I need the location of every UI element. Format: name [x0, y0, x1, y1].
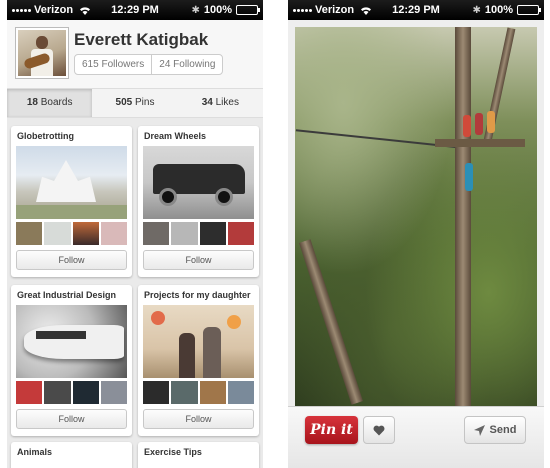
tab-likes-count: 34	[201, 97, 213, 108]
status-right: ✱ 100%	[191, 4, 260, 16]
pin-it-button[interactable]: Pin it	[305, 416, 358, 444]
board-thumbnail	[199, 381, 226, 404]
board-cover-image[interactable]	[143, 146, 254, 219]
avatar[interactable]	[16, 28, 68, 78]
board-thumbnail	[72, 222, 99, 245]
tab-boards-count: 18	[26, 97, 38, 108]
profile-name: Everett Katigbak	[74, 30, 209, 49]
battery-percent: 100%	[484, 4, 513, 16]
board-thumbnail	[143, 222, 170, 245]
heart-icon	[373, 425, 385, 435]
board-cover-image[interactable]	[16, 305, 127, 378]
send-button[interactable]: Send	[464, 416, 526, 444]
pin-action-bar: Pin it Send	[288, 406, 544, 468]
board-title: Animals	[17, 447, 53, 457]
status-bar: Verizon 12:29 PM ✱ 100%	[7, 0, 263, 20]
board-cover-image[interactable]	[16, 146, 127, 219]
board-thumbnail	[100, 381, 127, 404]
board-thumbnail	[100, 222, 127, 245]
status-bar: Verizon 12:29 PM ✱ 100%	[288, 0, 544, 20]
board-thumbnails	[16, 222, 127, 245]
board-thumbnail	[16, 222, 43, 245]
follow-button[interactable]: Follow	[16, 409, 127, 429]
follow-button[interactable]: Follow	[143, 409, 254, 429]
board-title: Exercise Tips	[144, 447, 202, 457]
board-title: Globetrotting	[17, 131, 74, 141]
bluetooth-icon: ✱	[472, 4, 481, 16]
profile-screen: Verizon 12:29 PM ✱ 100% Everett Katigbak…	[7, 0, 263, 468]
board-card-great-industrial-design[interactable]: Great Industrial Design Follow	[11, 285, 132, 436]
tab-pins[interactable]: 505 Pins	[92, 89, 177, 117]
board-thumbnail	[143, 381, 170, 404]
board-card-dream-wheels[interactable]: Dream Wheels Follow	[138, 126, 259, 277]
board-thumbnail	[44, 222, 71, 245]
profile-tabs: 18 Boards 505 Pins 34 Likes	[7, 88, 263, 118]
send-label: Send	[489, 424, 517, 436]
board-card-projects-for-my-daughter[interactable]: Projects for my daughter Follow	[138, 285, 259, 436]
follow-counts: 615 Followers 24 Following	[74, 54, 224, 75]
board-cover-image[interactable]	[143, 305, 254, 378]
tab-likes-label: Likes	[215, 97, 239, 108]
followers-button[interactable]: 615 Followers	[75, 55, 151, 74]
pin-image[interactable]	[295, 27, 537, 406]
board-title: Great Industrial Design	[17, 290, 117, 300]
profile-header: Everett Katigbak 615 Followers 24 Follow…	[7, 20, 263, 88]
battery-icon	[236, 5, 260, 15]
battery-percent: 100%	[203, 4, 232, 16]
tab-boards[interactable]: 18 Boards	[7, 89, 93, 117]
board-thumbnail	[227, 381, 254, 404]
status-right: ✱ 100%	[472, 4, 541, 16]
board-thumbnail	[171, 381, 198, 404]
board-card-animals[interactable]: Animals	[11, 442, 132, 468]
following-button[interactable]: 24 Following	[151, 55, 222, 74]
board-thumbnails	[143, 381, 254, 404]
follow-button[interactable]: Follow	[143, 250, 254, 270]
board-card-globetrotting[interactable]: Globetrotting Follow	[11, 126, 132, 277]
board-card-exercise-tips[interactable]: Exercise Tips	[138, 442, 259, 468]
board-thumbnail	[227, 222, 254, 245]
tab-boards-label: Boards	[40, 97, 73, 108]
send-arrow-icon	[473, 424, 485, 436]
pin-area: Pin it Send	[288, 20, 544, 468]
board-thumbnails	[143, 222, 254, 245]
battery-icon	[517, 5, 541, 15]
tab-pins-label: Pins	[135, 97, 155, 108]
tab-likes[interactable]: 34 Likes	[178, 89, 263, 117]
tab-pins-count: 505	[115, 97, 133, 108]
like-button[interactable]	[363, 416, 395, 444]
board-title: Projects for my daughter	[144, 290, 251, 300]
board-thumbnail	[171, 222, 198, 245]
board-thumbnail	[72, 381, 99, 404]
board-thumbnail	[16, 381, 43, 404]
board-thumbnail	[44, 381, 71, 404]
bluetooth-icon: ✱	[191, 4, 200, 16]
pin-detail-screen: Verizon 12:29 PM ✱ 100% Pin it Send	[288, 0, 544, 468]
board-thumbnails	[16, 381, 127, 404]
board-title: Dream Wheels	[144, 131, 207, 141]
board-thumbnail	[199, 222, 226, 245]
follow-button[interactable]: Follow	[16, 250, 127, 270]
